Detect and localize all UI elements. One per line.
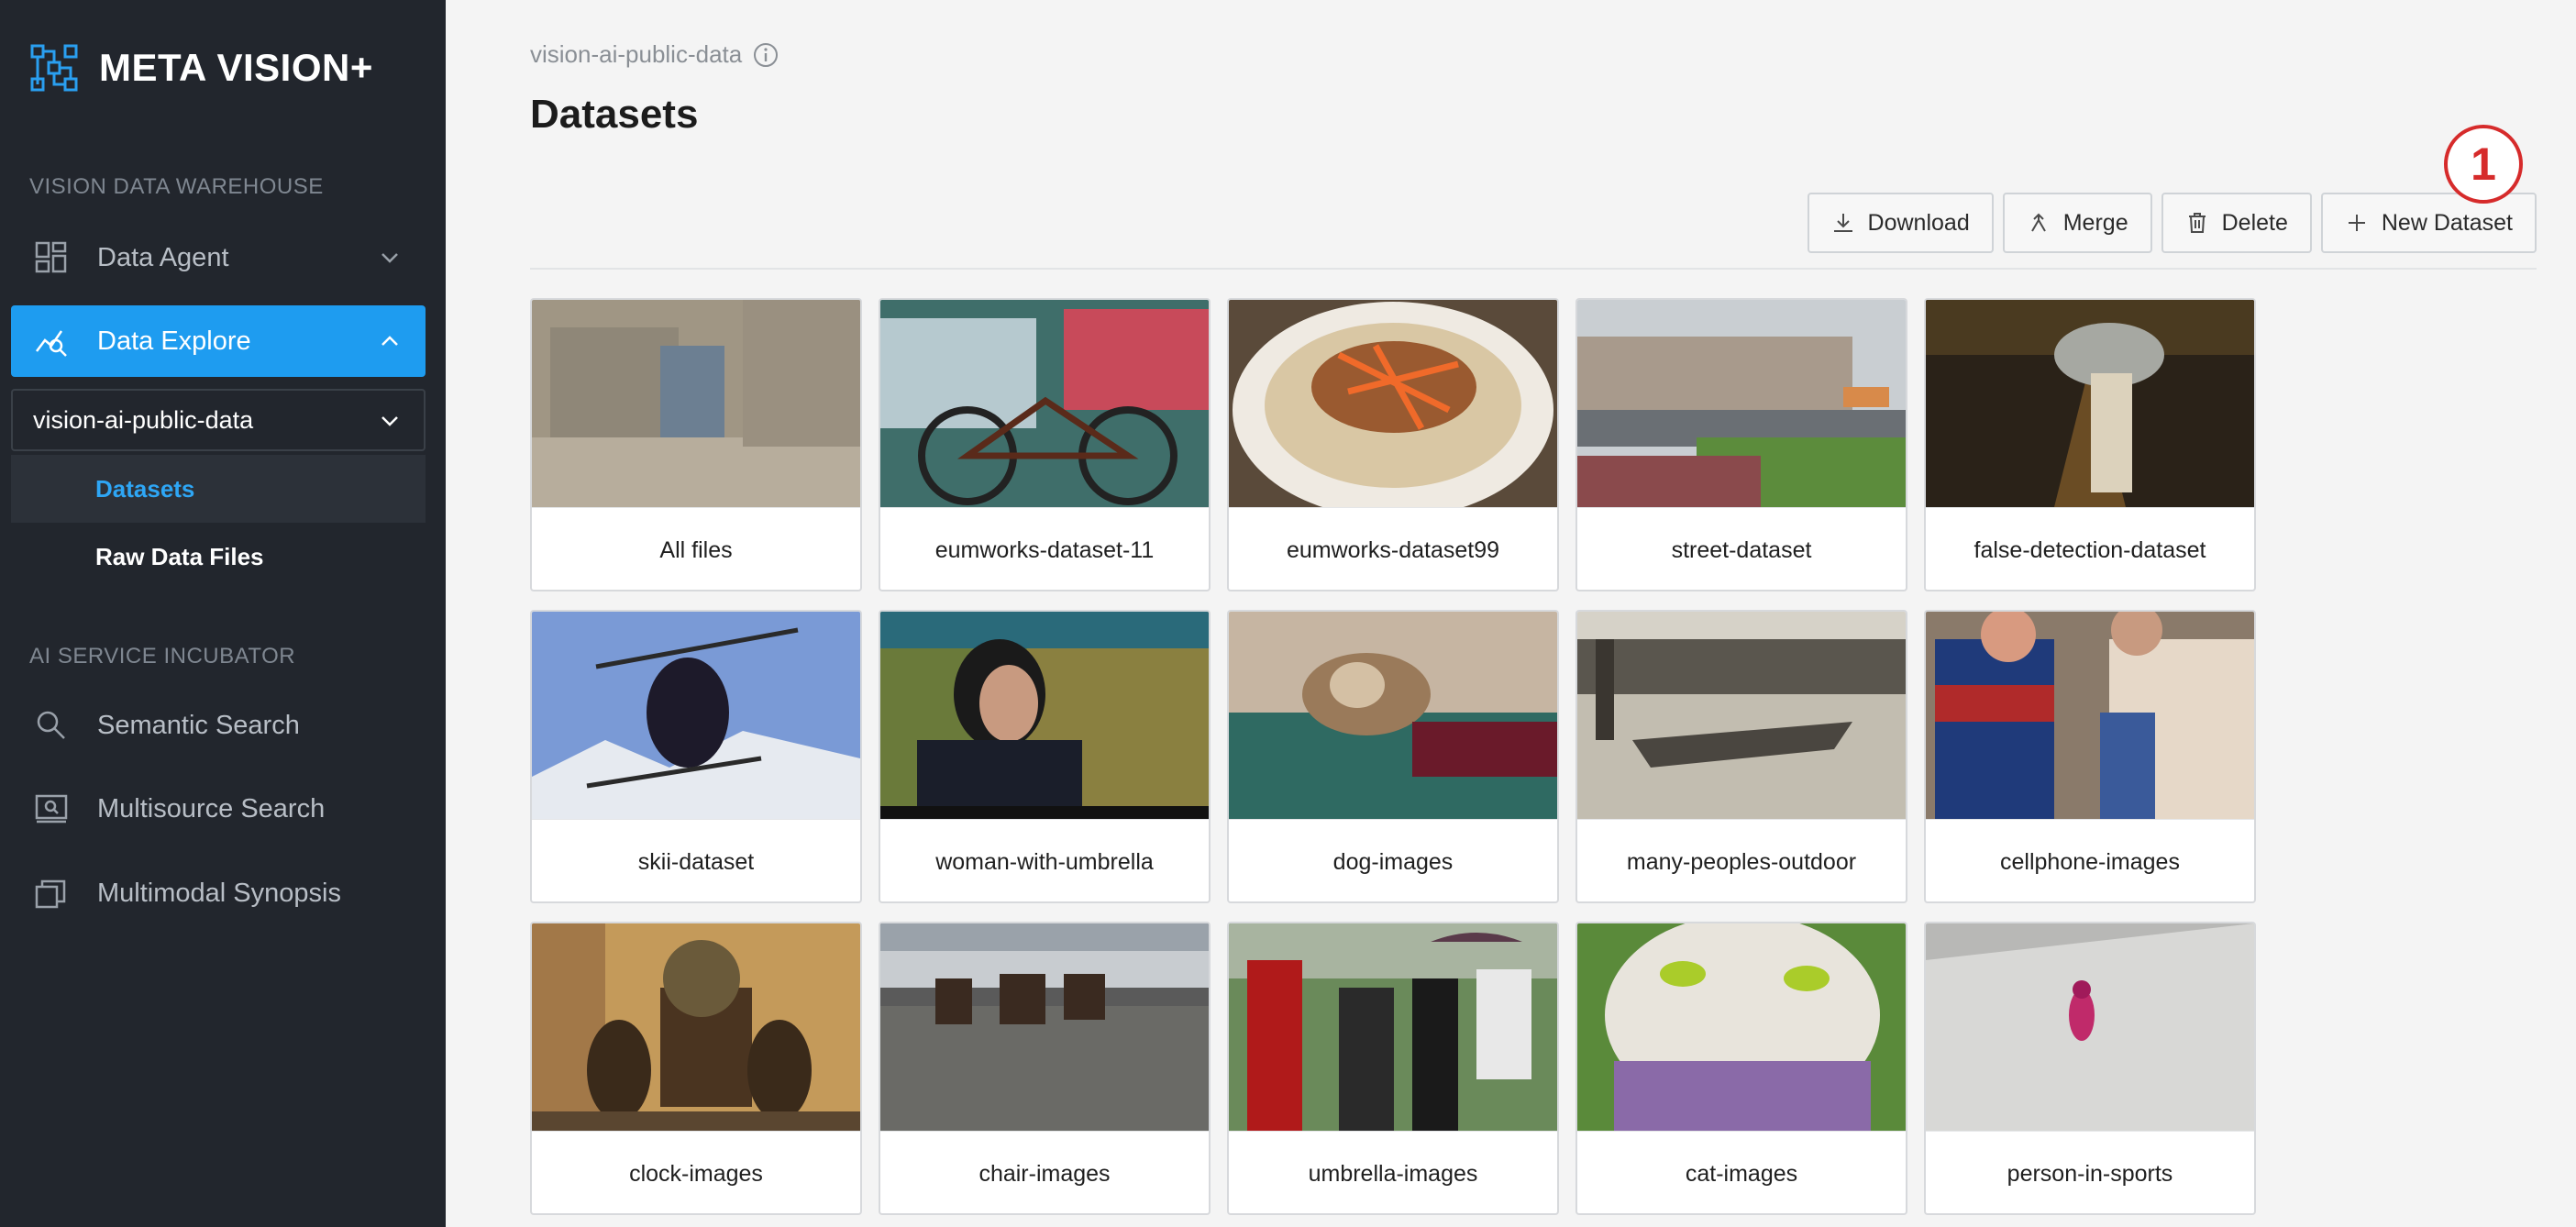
- app-name: META VISION+: [99, 46, 373, 89]
- delete-label: Delete: [2221, 209, 2288, 236]
- dataset-card[interactable]: skii-dataset: [530, 610, 862, 903]
- annotation-marker: 1: [2444, 125, 2523, 204]
- sidebar-item-label: Multimodal Synopsis: [97, 878, 341, 908]
- sidebar-item-data-explore[interactable]: Data Explore: [11, 305, 426, 377]
- dataset-thumbnail: [1926, 612, 2254, 819]
- section-label-incubator: AI SERVICE INCUBATOR: [29, 644, 296, 669]
- dataset-label: umbrella-images: [1229, 1131, 1557, 1213]
- chart-search-icon: [33, 323, 70, 359]
- dataset-thumbnail: [1229, 612, 1557, 819]
- sidebar-item-label: Multisource Search: [97, 793, 326, 824]
- dashboard-icon: [33, 239, 70, 276]
- dataset-label: chair-images: [880, 1131, 1209, 1213]
- sidebar: META VISION+ VISION DATA WAREHOUSE Data …: [0, 0, 446, 1227]
- sidebar-item-multimodal-synopsis[interactable]: Multimodal Synopsis: [11, 857, 426, 929]
- dataset-label: street-dataset: [1577, 507, 1906, 590]
- dataset-label: cat-images: [1577, 1131, 1906, 1213]
- download-icon: [1833, 214, 1852, 232]
- dataset-card[interactable]: clock-images: [530, 922, 862, 1215]
- merge-button[interactable]: Merge: [2002, 193, 2152, 253]
- dataset-card[interactable]: many-peoples-outdoor: [1575, 610, 1907, 903]
- dataset-card[interactable]: street-dataset: [1575, 298, 1907, 591]
- dataset-card[interactable]: eumworks-dataset99: [1227, 298, 1559, 591]
- workspace-select[interactable]: vision-ai-public-data: [11, 389, 426, 451]
- trash-icon: [2188, 213, 2206, 233]
- sidebar-item-semantic-search[interactable]: Semantic Search: [11, 690, 426, 761]
- dataset-card[interactable]: All files: [530, 298, 862, 591]
- dataset-label: eumworks-dataset99: [1229, 507, 1557, 590]
- new-dataset-label: New Dataset: [2381, 209, 2513, 236]
- merge-icon: [2030, 213, 2046, 232]
- dataset-card[interactable]: cat-images: [1575, 922, 1907, 1215]
- dataset-thumbnail: [880, 923, 1209, 1131]
- dataset-card[interactable]: dog-images: [1227, 610, 1559, 903]
- dataset-card[interactable]: false-detection-dataset: [1924, 298, 2256, 591]
- dataset-thumbnail: [1926, 300, 2254, 507]
- dataset-thumbnail: [532, 300, 860, 507]
- dataset-thumbnail: [1229, 923, 1557, 1131]
- dataset-thumbnail: [880, 300, 1209, 507]
- sidebar-item-label: Data Explore: [97, 326, 251, 356]
- sidebar-item-label: Semantic Search: [97, 710, 300, 740]
- dataset-label: cellphone-images: [1926, 819, 2254, 901]
- workspace-select-value: vision-ai-public-data: [33, 405, 254, 434]
- plus-icon: [2348, 215, 2365, 231]
- dataset-label: false-detection-dataset: [1926, 507, 2254, 590]
- dataset-thumbnail: [1577, 612, 1906, 819]
- stacked-windows-icon: [33, 875, 70, 912]
- section-label-warehouse: VISION DATA WAREHOUSE: [29, 174, 324, 199]
- brand[interactable]: META VISION+: [29, 40, 373, 95]
- image-search-icon: [33, 790, 70, 827]
- logo-icon: [30, 44, 78, 92]
- sidebar-item-label: Data Agent: [97, 242, 229, 272]
- download-label: Download: [1867, 209, 1970, 236]
- download-button[interactable]: Download: [1807, 193, 1994, 253]
- chevron-down-icon[interactable]: [376, 244, 404, 271]
- chevron-up-icon[interactable]: [376, 327, 404, 355]
- sidebar-subitem-datasets[interactable]: Datasets: [11, 455, 426, 523]
- new-dataset-button[interactable]: New Dataset: [2320, 193, 2537, 253]
- dataset-thumbnail: [1229, 300, 1557, 507]
- chevron-down-icon: [381, 416, 398, 426]
- breadcrumb: vision-ai-public-data: [530, 40, 779, 69]
- merge-label: Merge: [2062, 209, 2128, 236]
- dataset-thumbnail: [1926, 923, 2254, 1131]
- dataset-label: woman-with-umbrella: [880, 819, 1209, 901]
- breadcrumb-workspace[interactable]: vision-ai-public-data: [530, 40, 742, 69]
- dataset-thumbnail: [532, 612, 860, 819]
- sidebar-item-multisource-search[interactable]: Multisource Search: [11, 773, 426, 845]
- sidebar-item-data-agent[interactable]: Data Agent: [11, 222, 426, 293]
- dataset-label: eumworks-dataset-11: [880, 507, 1209, 590]
- sidebar-subitem-raw-data-files[interactable]: Raw Data Files: [11, 523, 426, 591]
- dataset-label: dog-images: [1229, 819, 1557, 901]
- dataset-card[interactable]: chair-images: [879, 922, 1211, 1215]
- dataset-label: many-peoples-outdoor: [1577, 819, 1906, 901]
- search-icon: [33, 707, 70, 744]
- dataset-card[interactable]: eumworks-dataset-11: [879, 298, 1211, 591]
- delete-button[interactable]: Delete: [2161, 193, 2312, 253]
- dataset-thumbnail: [532, 923, 860, 1131]
- info-icon[interactable]: [753, 42, 779, 68]
- page-title: Datasets: [530, 92, 699, 137]
- dataset-thumbnail: [880, 612, 1209, 819]
- toolbar: Download Merge Delete New Dataset: [1807, 193, 2537, 253]
- dataset-card[interactable]: person-in-sports: [1924, 922, 2256, 1215]
- dataset-card[interactable]: woman-with-umbrella: [879, 610, 1211, 903]
- dataset-label: skii-dataset: [532, 819, 860, 901]
- dataset-label: person-in-sports: [1926, 1131, 2254, 1213]
- dataset-label: clock-images: [532, 1131, 860, 1213]
- dataset-thumbnail: [1577, 300, 1906, 507]
- dataset-card[interactable]: cellphone-images: [1924, 610, 2256, 903]
- dataset-card[interactable]: umbrella-images: [1227, 922, 1559, 1215]
- dataset-label: All files: [532, 507, 860, 590]
- dataset-thumbnail: [1577, 923, 1906, 1131]
- divider: [530, 268, 2537, 270]
